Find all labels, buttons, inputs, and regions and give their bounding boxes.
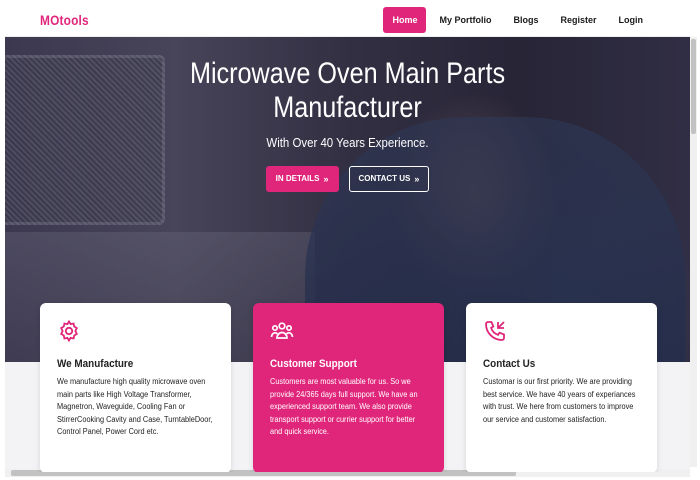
card-contact-us: Contact Us Customar is our first priorit…: [466, 303, 657, 472]
hero-title-line2: Manufacturer: [273, 91, 422, 124]
card-text: Customar is our first priority. We are p…: [483, 377, 636, 424]
users-icon: [270, 322, 294, 339]
gear-icon: [60, 319, 78, 343]
card-customer-support: Customer Support Customers are most valu…: [253, 303, 444, 472]
card-we-manufacture: We Manufacture We manufacture high quali…: [40, 303, 231, 472]
nav-register[interactable]: Register: [551, 7, 605, 33]
hero-title-line1: Microwave Oven Main Parts: [189, 57, 506, 90]
card-title: We Manufacture: [57, 358, 134, 370]
vertical-scrollbar[interactable]: [690, 37, 697, 467]
card-title: Contact Us: [483, 358, 536, 370]
hero-buttons: IN DETAILS » CONTACT US »: [5, 166, 690, 192]
contact-us-button[interactable]: CONTACT US »: [348, 166, 430, 192]
main-nav: Home My Portfolio Blogs Register Login: [383, 7, 652, 33]
card-title: Customer Support: [270, 358, 357, 370]
feature-cards: We Manufacture We manufacture high quali…: [40, 303, 657, 472]
in-details-label: IN DETAILS: [275, 174, 320, 183]
nav-login[interactable]: Login: [610, 7, 653, 33]
contact-us-label: CONTACT US: [358, 174, 411, 183]
navbar: MOtools Home My Portfolio Blogs Register…: [5, 5, 690, 37]
hero-subtitle: With Over 40 Years Experience.: [266, 135, 429, 150]
double-chevron-right-icon: »: [323, 174, 329, 184]
double-chevron-right-icon: »: [414, 174, 420, 184]
page-viewport: MOtools Home My Portfolio Blogs Register…: [5, 5, 690, 472]
hero-content: Microwave Oven Main Parts Manufacturer W…: [5, 37, 690, 192]
hero-title: Microwave Oven Main Parts Manufacturer: [60, 57, 635, 125]
card-text: Customers are most valuable for us. So w…: [270, 377, 418, 436]
nav-home[interactable]: Home: [383, 7, 427, 33]
brand-logo[interactable]: MOtools: [40, 12, 89, 28]
nav-my-portfolio[interactable]: My Portfolio: [430, 7, 500, 33]
card-text: We manufacture high quality microwave ov…: [57, 377, 213, 436]
in-details-button[interactable]: IN DETAILS »: [265, 166, 339, 192]
phone-icon: [485, 321, 505, 341]
nav-blogs[interactable]: Blogs: [504, 7, 547, 33]
vertical-scrollbar-thumb[interactable]: [691, 39, 696, 134]
